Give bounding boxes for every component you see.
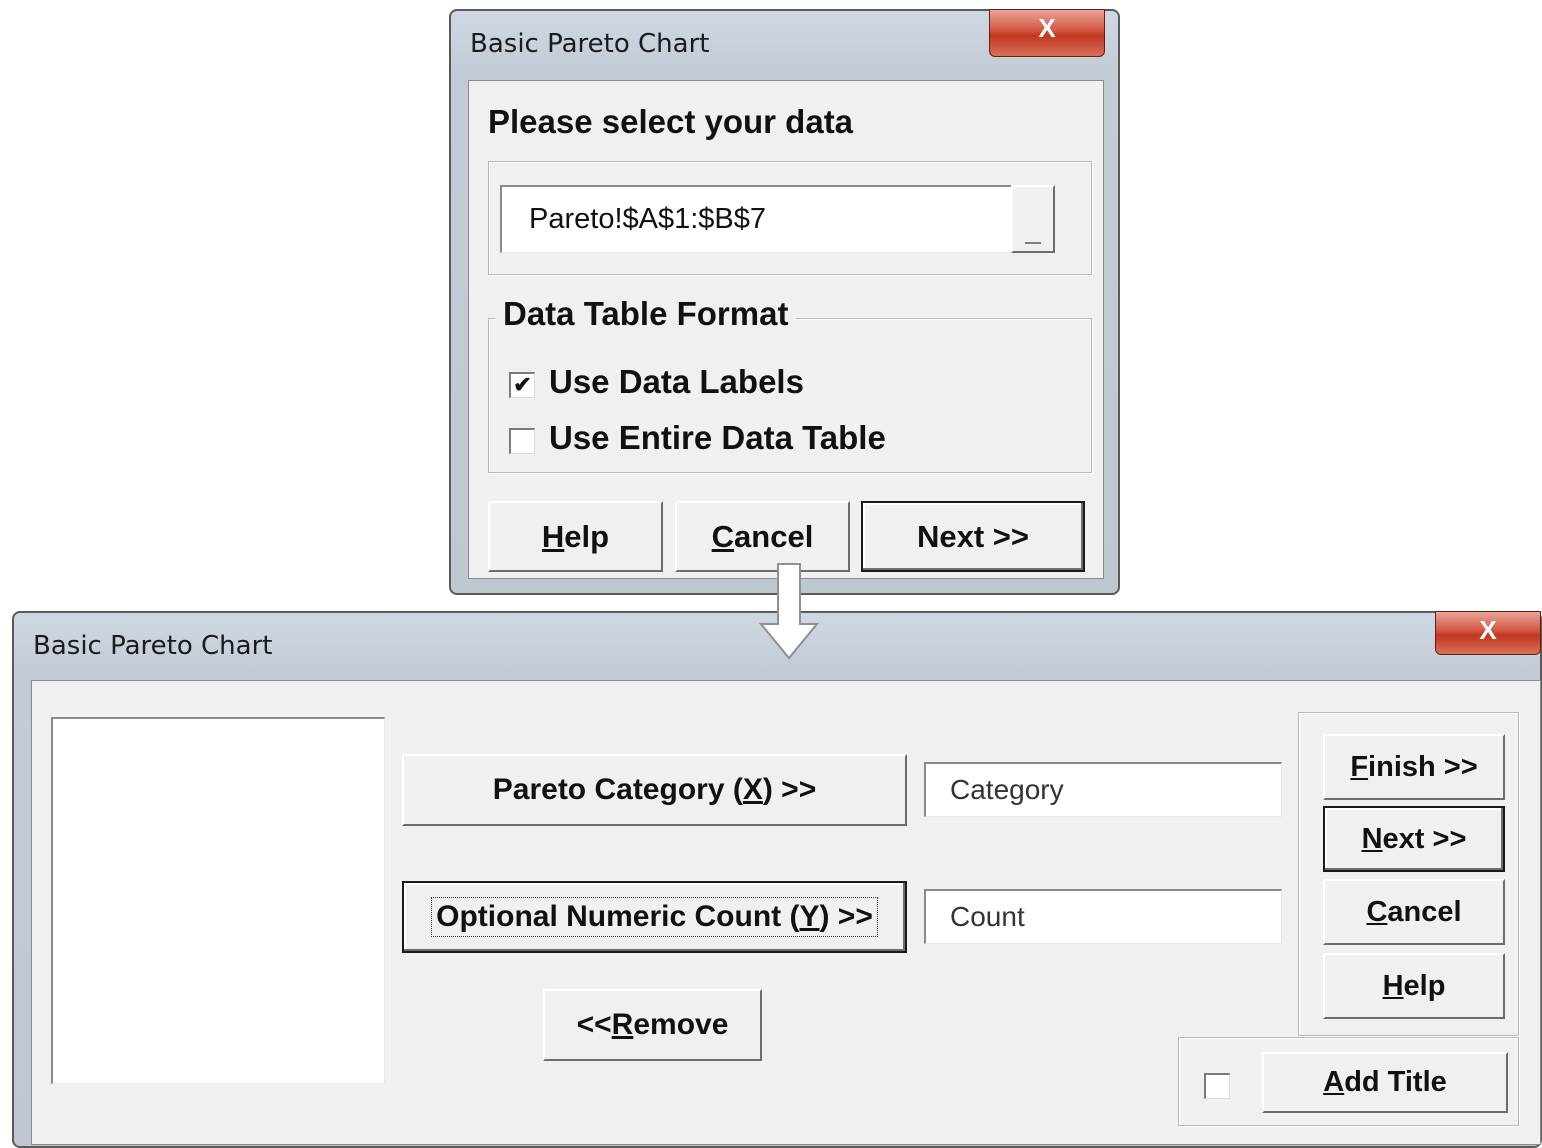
add-title-checkbox[interactable] (1204, 1073, 1230, 1099)
category-field[interactable]: Category (924, 762, 1282, 817)
use-entire-table-label[interactable]: Use Entire Data Table (549, 419, 886, 457)
dialog-client-area: Pareto Category (X) >> Category Optional… (31, 680, 1541, 1145)
use-data-labels-label[interactable]: Use Data Labels (549, 363, 804, 401)
close-icon: X (1038, 13, 1056, 43)
dialog-title: Basic Pareto Chart (33, 631, 273, 661)
close-button[interactable]: X (989, 9, 1105, 57)
use-data-labels-checkbox[interactable]: ✔ (509, 372, 535, 398)
close-icon: X (1479, 615, 1497, 645)
select-data-prompt: Please select your data (488, 103, 854, 140)
finish-button[interactable]: Finish >> (1323, 734, 1505, 800)
help-button[interactable]: Help (488, 501, 663, 572)
dialog-basic-pareto-variables: Basic Pareto Chart X Pareto Category (X)… (12, 611, 1542, 1148)
next-button[interactable]: Next >> (1323, 806, 1505, 872)
dialog-client-area: Please select your data Pareto!$A$1:$B$7… (468, 80, 1104, 579)
data-table-format-title: Data Table Format (495, 295, 797, 333)
checkmark-icon: ✔ (513, 372, 532, 397)
use-entire-table-checkbox[interactable] (509, 428, 535, 454)
close-button[interactable]: X (1435, 611, 1541, 655)
next-button[interactable]: Next >> (861, 501, 1085, 572)
count-field[interactable]: Count (924, 889, 1282, 944)
remove-button[interactable]: << Remove (543, 989, 762, 1061)
focus-ring: Optional Numeric Count (Y) >> (431, 897, 878, 937)
variable-list-box[interactable] (51, 717, 385, 1084)
dialog-basic-pareto-select-data: Basic Pareto Chart X Please select your … (449, 9, 1120, 595)
optional-count-button[interactable]: Optional Numeric Count (Y) >> (402, 881, 907, 953)
data-range-value: Pareto!$A$1:$B$7 (529, 203, 767, 235)
add-title-button[interactable]: Add Title (1262, 1052, 1508, 1113)
help-button[interactable]: Help (1323, 953, 1505, 1019)
pareto-category-button[interactable]: Pareto Category (X) >> (402, 754, 907, 826)
down-arrow-icon (759, 563, 819, 660)
range-select-button[interactable]: _ (1011, 185, 1055, 253)
dialog-title: Basic Pareto Chart (470, 29, 710, 59)
data-range-input[interactable]: Pareto!$A$1:$B$7 (500, 185, 1020, 253)
cancel-button[interactable]: Cancel (1323, 879, 1505, 945)
